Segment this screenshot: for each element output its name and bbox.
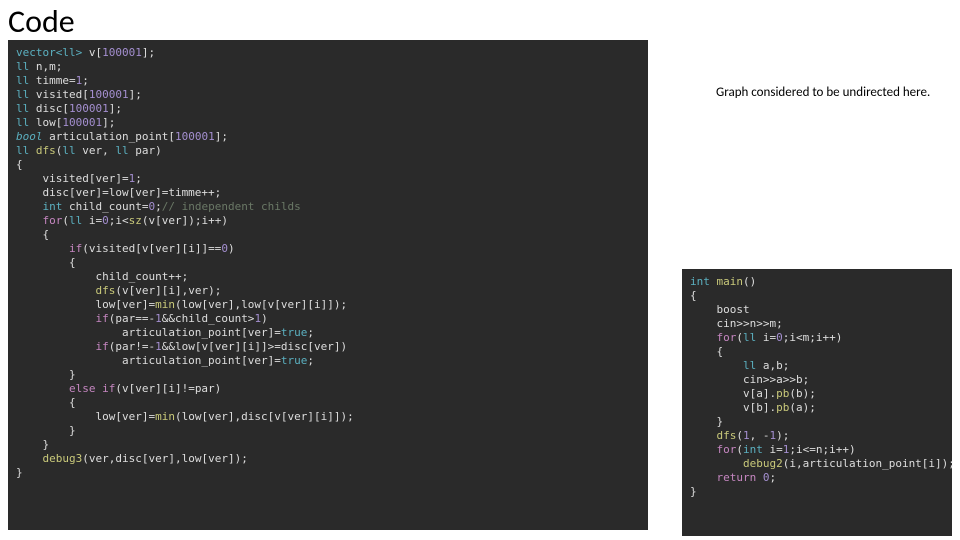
graph-note: Graph considered to be undirected here. <box>716 85 936 101</box>
code-right-pre: int main() { boost cin>>n>>m; for(ll i=0… <box>690 275 944 499</box>
code-block-left: vector<ll> v[100001]; ll n,m; ll timme=1… <box>8 40 648 530</box>
code-block-right: int main() { boost cin>>n>>m; for(ll i=0… <box>682 269 952 536</box>
code-left-pre: vector<ll> v[100001]; ll n,m; ll timme=1… <box>16 46 640 480</box>
page-title: Code <box>0 0 960 43</box>
